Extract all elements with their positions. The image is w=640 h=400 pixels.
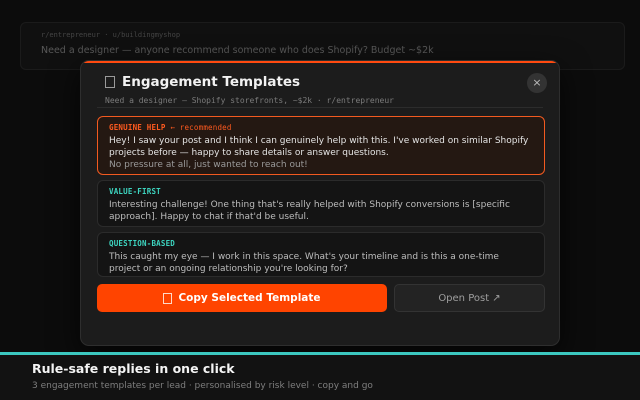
template-body-text: Hey! I saw your post and I think I can g… — [109, 136, 529, 158]
template-body: This caught my eye — I work in this spac… — [109, 252, 499, 274]
template-body-muted: No pressure at all, just wanted to reach… — [109, 160, 308, 170]
copy-icon — [163, 292, 173, 304]
template-genuine-help[interactable]: GENUINE HELP ← recommended Hey! I saw yo… — [97, 116, 545, 175]
recommended-tag: ← recommended — [170, 123, 232, 132]
copy-template-button[interactable]: Copy Selected Template — [97, 284, 387, 312]
modal-title: Engagement Templates — [105, 74, 535, 90]
template-label: GENUINE HELP ← recommended — [109, 123, 533, 132]
lead-text: Need a designer — anyone recommend someo… — [41, 45, 434, 56]
template-body: Interesting challenge! One thing that's … — [109, 200, 510, 222]
banner-title: Rule-safe replies in one click — [32, 361, 235, 376]
modal-subtitle: Need a designer – Shopify storefronts, ~… — [105, 96, 394, 105]
clipboard-icon — [105, 76, 115, 88]
template-body: Hey! I saw your post and I think I can g… — [109, 135, 533, 171]
template-value-first[interactable]: VALUE-FIRST Interesting challenge! One t… — [97, 180, 545, 227]
template-label: QUESTION-BASED — [109, 239, 176, 248]
close-button[interactable]: × — [527, 73, 547, 93]
copy-button-label: Copy Selected Template — [178, 292, 321, 304]
header-divider — [97, 107, 543, 108]
open-post-button[interactable]: Open Post ↗ — [394, 284, 545, 312]
template-label: VALUE-FIRST — [109, 187, 161, 196]
template-label-text: GENUINE HELP — [109, 123, 166, 132]
modal-accent-line — [81, 61, 559, 63]
feature-banner: Rule-safe replies in one click 3 engagem… — [0, 352, 640, 400]
banner-subtitle: 3 engagement templates per lead · person… — [32, 381, 373, 391]
modal-header: Engagement Templates Need a designer – S… — [105, 74, 535, 105]
modal-title-text: Engagement Templates — [122, 74, 301, 90]
template-question-based[interactable]: QUESTION-BASED This caught my eye — I wo… — [97, 232, 545, 277]
open-button-label: Open Post ↗ — [438, 292, 501, 304]
engagement-templates-modal: Engagement Templates Need a designer – S… — [80, 60, 560, 346]
lead-meta: r/entrepreneur · u/buildingmyshop — [41, 31, 181, 39]
